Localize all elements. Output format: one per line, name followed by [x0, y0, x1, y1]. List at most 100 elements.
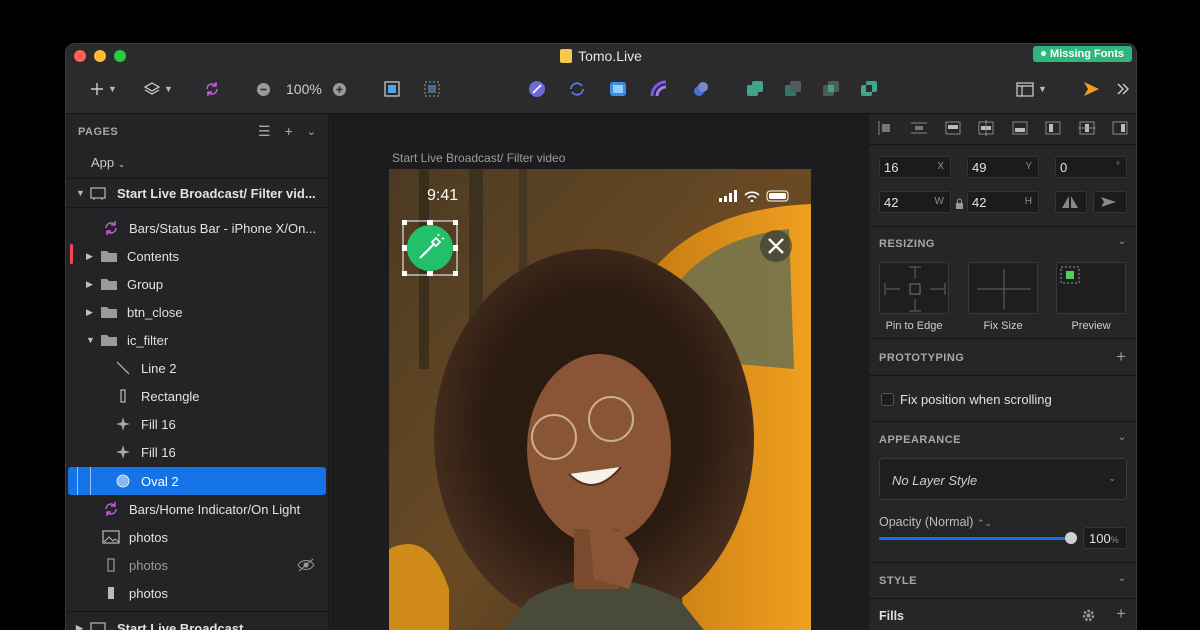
layer-btn-close[interactable]: ▶ btn_close: [66, 298, 329, 326]
disclosure-right-icon[interactable]: ▶: [86, 251, 96, 262]
view-button[interactable]: ▼: [1016, 77, 1047, 101]
layers-button[interactable]: ▼: [144, 77, 173, 101]
layer-style-select[interactable]: No Layer Style ⌄: [879, 458, 1127, 500]
align-center-horizontal-icon[interactable]: [1077, 120, 1096, 136]
flip-horizontal-button[interactable]: [1055, 191, 1087, 213]
zoom-out-button[interactable]: [256, 77, 271, 101]
opacity-field[interactable]: 100%: [1083, 527, 1127, 549]
layer-photos-hidden[interactable]: photos: [66, 551, 329, 579]
pin-to-edge-option[interactable]: [879, 262, 949, 314]
difference-button[interactable]: [860, 77, 878, 101]
y-position-field[interactable]: 49 Y: [967, 156, 1039, 178]
hierarchy-line: [77, 467, 78, 495]
zoom-level[interactable]: 100%: [286, 77, 322, 101]
width-field[interactable]: 42 W: [879, 191, 951, 213]
rectangle-icon: [102, 586, 120, 600]
subtract-button[interactable]: [784, 77, 802, 101]
scale-button[interactable]: [650, 77, 668, 101]
symbol-button[interactable]: [204, 77, 220, 101]
group-button[interactable]: [382, 77, 402, 101]
layer-photos[interactable]: photos: [66, 579, 329, 607]
play-icon: [1084, 82, 1099, 96]
collapse-chevron-icon[interactable]: ⌄: [307, 123, 316, 140]
flip-vertical-button[interactable]: [1093, 191, 1127, 213]
canvas[interactable]: Start Live Broadcast/ Filter video 9:41: [330, 114, 867, 630]
align-center-vertical-icon[interactable]: [977, 120, 995, 136]
layer-line[interactable]: Line 2: [66, 354, 329, 382]
list-icon[interactable]: ☰: [258, 123, 271, 140]
union-button[interactable]: [746, 77, 764, 101]
align-right-edge-icon[interactable]: [1111, 120, 1129, 136]
status-indicators: [719, 189, 791, 207]
layer-fill-2[interactable]: Fill 16: [66, 438, 329, 466]
more-button[interactable]: [1116, 77, 1130, 101]
chevron-double-right-icon: [1117, 83, 1129, 95]
add-fill-plus-icon[interactable]: +: [1116, 604, 1126, 624]
artboard[interactable]: 9:41: [389, 169, 811, 630]
align-left-icon[interactable]: [877, 120, 895, 136]
gear-icon[interactable]: [1081, 608, 1096, 628]
ungroup-button[interactable]: [422, 77, 442, 101]
chevron-down-icon[interactable]: ⌄: [1118, 432, 1126, 443]
disclosure-right-icon[interactable]: ▶: [86, 307, 96, 318]
align-left-edge-icon[interactable]: [1044, 120, 1062, 136]
preview-button[interactable]: [1082, 77, 1100, 101]
fix-size-option[interactable]: [968, 262, 1038, 314]
layer-artboard-2[interactable]: ▶ Start Live Broadcast: [66, 614, 329, 630]
x-position-field[interactable]: 16 X: [879, 156, 951, 178]
layer-ic-filter[interactable]: ▼ ic_filter: [66, 326, 329, 354]
minus-circle-icon: [257, 82, 270, 96]
opacity-label[interactable]: Opacity (Normal) ⌃⌄: [879, 515, 992, 529]
layer-home-indicator[interactable]: Bars/Home Indicator/On Light: [66, 495, 329, 523]
chevron-down-icon: ⌄: [117, 159, 126, 169]
artboard-icon: [90, 621, 108, 630]
intersect-button[interactable]: [822, 77, 840, 101]
zoom-in-button[interactable]: [332, 77, 347, 101]
fix-position-checkbox[interactable]: [881, 393, 894, 406]
add-prototype-plus-icon[interactable]: +: [1116, 347, 1126, 367]
rotate-button[interactable]: [568, 77, 586, 101]
insert-button[interactable]: ▼: [90, 77, 117, 101]
align-bottom-icon[interactable]: [1011, 120, 1029, 136]
filter-button-selection[interactable]: [402, 220, 458, 276]
layer-photos-image[interactable]: photos: [66, 523, 329, 551]
pages-header: PAGES: [78, 126, 119, 138]
disclosure-down-icon[interactable]: ▼: [86, 335, 96, 345]
appearance-header: APPEARANCE: [879, 434, 962, 446]
missing-fonts-badge[interactable]: Missing Fonts: [1033, 46, 1132, 62]
page-selector[interactable]: App ⌄: [91, 155, 125, 170]
close-button[interactable]: [759, 229, 793, 268]
opacity-slider-track[interactable]: [879, 537, 1071, 540]
rotate-icon: [570, 82, 584, 96]
lock-icon[interactable]: [955, 196, 964, 214]
chevron-down-icon[interactable]: ⌄: [1118, 236, 1126, 247]
layer-fill-1[interactable]: Fill 16: [66, 410, 329, 438]
flatten-button[interactable]: [692, 77, 710, 101]
opacity-slider-thumb[interactable]: [1065, 532, 1077, 544]
disclosure-right-icon[interactable]: ▶: [76, 623, 86, 630]
layer-artboard[interactable]: ▼ Start Live Broadcast/ Filter vid...: [66, 179, 329, 207]
folder-icon: [100, 305, 118, 319]
image-icon: [102, 530, 120, 544]
chevron-down-icon[interactable]: ⌄: [1118, 573, 1126, 584]
height-field[interactable]: 42 H: [967, 191, 1039, 213]
stepper-icon: ⌃⌄: [976, 518, 993, 528]
add-page-plus-icon[interactable]: +: [285, 123, 293, 140]
fix-size-label: Fix Size: [983, 320, 1023, 332]
layer-status-bar[interactable]: Bars/Status Bar - iPhone X/On...: [66, 214, 329, 242]
artboard-title[interactable]: Start Live Broadcast/ Filter video: [392, 151, 565, 165]
intersect-icon: [823, 81, 839, 96]
layer-oval-selected[interactable]: Oval 2: [68, 467, 326, 495]
mask-button[interactable]: [608, 77, 628, 101]
layer-contents[interactable]: ▶ Contents: [66, 242, 329, 270]
disclosure-down-icon[interactable]: ▼: [76, 188, 86, 198]
layer-group[interactable]: ▶ Group: [66, 270, 329, 298]
edit-button[interactable]: [528, 77, 546, 101]
disclosure-right-icon[interactable]: ▶: [86, 279, 96, 290]
title-bar: Tomo.Live Missing Fonts ▼ ▼ 100% ▼: [66, 44, 1136, 114]
align-top-icon[interactable]: [944, 120, 962, 136]
rotation-field[interactable]: 0 °: [1055, 156, 1127, 178]
layer-rectangle[interactable]: Rectangle: [66, 382, 329, 410]
distribute-horizontal-icon[interactable]: [910, 120, 928, 136]
hidden-eye-icon[interactable]: [297, 558, 315, 575]
